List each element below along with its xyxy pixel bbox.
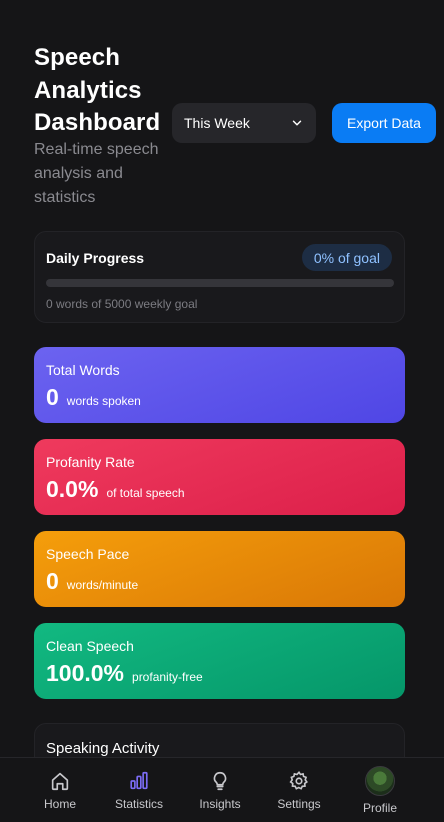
- stat-value: 100.0%: [46, 660, 125, 686]
- bar-chart-icon: [130, 771, 148, 790]
- stat-label: Total Words: [46, 362, 120, 378]
- stat-value: 0: [46, 384, 59, 410]
- nav-label: Insights: [199, 797, 241, 811]
- stat-value: 0: [46, 568, 59, 594]
- stat-unit: words spoken: [66, 394, 141, 408]
- stat-label: Profanity Rate: [46, 454, 135, 470]
- nav-item-insights[interactable]: Insights: [185, 758, 255, 822]
- nav-label: Profile: [362, 801, 397, 815]
- stat-card-total-words: Total Words 0 words spoken: [34, 347, 405, 423]
- nav-item-home[interactable]: Home: [25, 758, 95, 822]
- nav-label: Settings: [277, 797, 321, 811]
- goal-badge: 0% of goal: [301, 244, 392, 271]
- nav-item-profile[interactable]: Profile: [345, 758, 415, 822]
- progress-bar: [46, 279, 394, 287]
- period-select-value: This Week: [184, 115, 250, 131]
- avatar: [365, 766, 395, 796]
- stat-unit: words/minute: [66, 578, 139, 592]
- nav-label: Statistics: [114, 797, 163, 811]
- chevron-down-icon: [292, 120, 302, 126]
- stat-label: Clean Speech: [46, 638, 134, 654]
- page-subtitle: Real-time speech analysis and statistics: [34, 140, 159, 206]
- page-title: Speech Analytics Dashboard: [34, 44, 161, 136]
- stat-unit: profanity-free: [132, 670, 203, 684]
- nav-label: Home: [43, 797, 76, 811]
- export-data-button[interactable]: Export Data: [332, 103, 436, 143]
- nav-item-settings[interactable]: Settings: [264, 758, 334, 822]
- stat-unit: of total speech: [106, 486, 185, 500]
- home-icon: [51, 772, 69, 791]
- stat-label: Speech Pace: [46, 546, 130, 562]
- bottom-nav: Home Statistics Insights Settings Profil…: [0, 757, 444, 821]
- nav-item-statistics[interactable]: Statistics: [104, 758, 174, 822]
- progress-note: 0 words of 5000 weekly goal: [46, 297, 198, 311]
- stat-card-profanity-rate: Profanity Rate 0.0% of total speech: [34, 439, 405, 515]
- lightbulb-icon: [213, 771, 227, 791]
- stat-card-speech-pace: Speech Pace 0 words/minute: [34, 531, 405, 607]
- gear-icon: [289, 770, 308, 790]
- stat-value: 0.0%: [46, 476, 99, 502]
- stat-card-clean-speech: Clean Speech 100.0% profanity-free: [34, 623, 405, 699]
- daily-progress-card: Daily Progress 0% of goal 0 words of 500…: [34, 231, 405, 323]
- progress-title: Daily Progress: [46, 250, 145, 266]
- speaking-activity-title: Speaking Activity: [46, 740, 160, 757]
- period-select[interactable]: This Week: [172, 103, 316, 143]
